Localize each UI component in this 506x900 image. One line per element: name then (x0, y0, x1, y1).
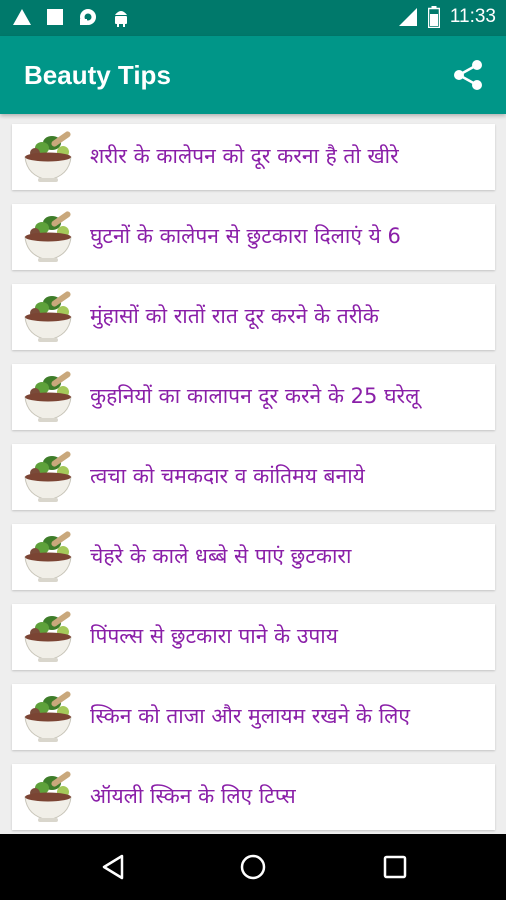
tips-list: शरीर के कालेपन को दूर करना है तो खीरे घु… (12, 124, 495, 844)
list-item-title: घुटनों के कालेपन से छुटकारा दिलाएं ये 6 (90, 224, 401, 248)
list-item-title: स्किन को ताजा और मुलायम रखने के लिए (90, 704, 410, 728)
list-item[interactable]: मुंहासों को रातों रात दूर करने के तरीके (12, 284, 495, 350)
mortar-pestle-icon (24, 771, 72, 822)
list-item[interactable]: शरीर के कालेपन को दूर करना है तो खीरे (12, 124, 495, 190)
mortar-pestle-icon (24, 211, 72, 262)
home-icon[interactable] (238, 852, 268, 882)
app-title: Beauty Tips (24, 60, 171, 90)
app-bar: Beauty Tips (0, 36, 506, 114)
list-item-title: शरीर के कालेपन को दूर करना है तो खीरे (90, 144, 399, 168)
status-notifications (12, 7, 130, 27)
list-item[interactable]: कुहनियों का कालापन दूर करने के 25 घरेलू (12, 364, 495, 430)
list-item[interactable]: त्वचा को चमकदार व कांतिमय बनाये (12, 444, 495, 510)
signal-icon (398, 8, 417, 26)
battery-icon (427, 6, 440, 28)
sync-icon (80, 9, 96, 25)
status-bar: 11:33 (0, 0, 506, 36)
stop-square-icon (47, 9, 63, 25)
mortar-pestle-icon (24, 451, 72, 502)
mortar-pestle-icon (24, 131, 72, 182)
mortar-pestle-icon (24, 611, 72, 662)
back-icon[interactable] (98, 852, 128, 882)
warning-triangle-icon (13, 9, 31, 25)
list-item[interactable]: स्किन को ताजा और मुलायम रखने के लिए (12, 684, 495, 750)
list-item-title: त्वचा को चमकदार व कांतिमय बनाये (90, 464, 365, 488)
mortar-pestle-icon (24, 691, 72, 742)
list-item-title: ऑयली स्किन के लिए टिप्स (90, 784, 296, 808)
android-icon (115, 11, 127, 27)
mortar-pestle-icon (24, 291, 72, 342)
list-item-title: कुहनियों का कालापन दूर करने के 25 घरेलू (90, 384, 420, 408)
list-item-title: पिंपल्स से छुटकारा पाने के उपाय (90, 624, 338, 648)
list-item[interactable]: घुटनों के कालेपन से छुटकारा दिलाएं ये 6 (12, 204, 495, 270)
list-item[interactable]: ऑयली स्किन के लिए टिप्स (12, 764, 495, 830)
list-item-title: मुंहासों को रातों रात दूर करने के तरीके (90, 304, 379, 328)
recents-icon[interactable] (380, 852, 410, 882)
list-item[interactable]: पिंपल्स से छुटकारा पाने के उपाय (12, 604, 495, 670)
status-time: 11:33 (449, 6, 496, 27)
share-icon[interactable] (450, 57, 486, 93)
list-item[interactable]: चेहरे के काले धब्बे से पाएं छुटकारा (12, 524, 495, 590)
mortar-pestle-icon (24, 531, 72, 582)
status-system: 11:33 (398, 6, 496, 28)
list-item-title: चेहरे के काले धब्बे से पाएं छुटकारा (90, 544, 352, 568)
mortar-pestle-icon (24, 371, 72, 422)
system-nav-bar (0, 834, 506, 900)
